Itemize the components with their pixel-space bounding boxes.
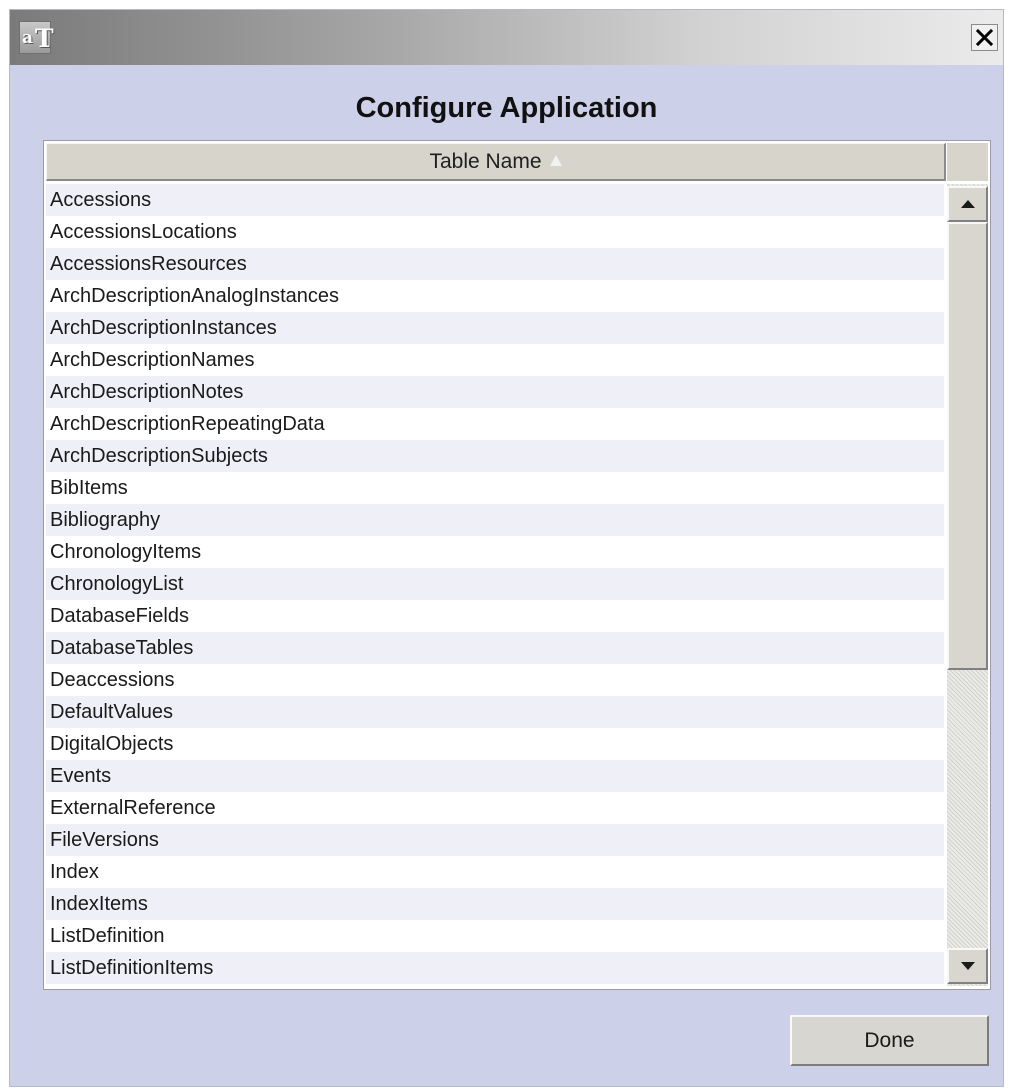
table-row[interactable]: DatabaseFields bbox=[46, 600, 944, 632]
table-row[interactable]: FileVersions bbox=[46, 824, 944, 856]
header-corner bbox=[947, 143, 988, 181]
table-row[interactable]: ArchDescriptionNotes bbox=[46, 376, 944, 408]
table-row[interactable]: Accessions bbox=[46, 184, 944, 216]
table-row[interactable]: BibItems bbox=[46, 472, 944, 504]
table-row[interactable]: IndexItems bbox=[46, 888, 944, 920]
table-row[interactable]: ArchDescriptionNames bbox=[46, 344, 944, 376]
table-row[interactable]: Events bbox=[46, 760, 944, 792]
scroll-thumb[interactable] bbox=[947, 222, 988, 670]
table-row[interactable]: AccessionsLocations bbox=[46, 216, 944, 248]
table-row[interactable]: DatabaseTables bbox=[46, 632, 944, 664]
table-list: Table Name Accessions AccessionsLocations… bbox=[43, 140, 991, 990]
table-row[interactable]: ExternalReference bbox=[46, 792, 944, 824]
configure-application-window: aT Configure Application Table Name Acce… bbox=[9, 9, 1004, 1087]
table-row[interactable]: ArchDescriptionAnalogInstances bbox=[46, 280, 944, 312]
table-row[interactable]: ArchDescriptionInstances bbox=[46, 312, 944, 344]
app-logo: aT bbox=[19, 21, 54, 54]
table-row[interactable]: Bibliography bbox=[46, 504, 944, 536]
column-header-table-name[interactable]: Table Name bbox=[46, 143, 946, 181]
table-row[interactable]: Deaccessions bbox=[46, 664, 944, 696]
table-row[interactable]: DefaultValues bbox=[46, 696, 944, 728]
table-row[interactable]: Index bbox=[46, 856, 944, 888]
scroll-down-button[interactable] bbox=[947, 948, 988, 984]
vertical-scrollbar[interactable] bbox=[947, 184, 988, 986]
dialog-title: Configure Application bbox=[355, 92, 658, 124]
table-row[interactable]: ArchDescriptionSubjects bbox=[46, 440, 944, 472]
done-button[interactable]: Done bbox=[790, 1015, 989, 1066]
arrow-down-icon bbox=[960, 962, 975, 970]
table-row[interactable]: ArchDescriptionRepeatingData bbox=[46, 408, 944, 440]
close-icon bbox=[975, 28, 994, 47]
table-row[interactable]: ChronologyList bbox=[46, 568, 944, 600]
table-row[interactable]: AccessionsResources bbox=[46, 248, 944, 280]
scroll-up-button[interactable] bbox=[947, 186, 988, 222]
close-button[interactable] bbox=[971, 24, 998, 51]
arrow-up-icon bbox=[960, 200, 975, 208]
table-rows: Accessions AccessionsLocations AccessionsR… bbox=[46, 184, 944, 986]
table-row[interactable]: ListDefinition bbox=[46, 920, 944, 952]
table-row[interactable]: ChronologyItems bbox=[46, 536, 944, 568]
column-header-label: Table Name bbox=[429, 149, 542, 173]
sort-ascending-icon bbox=[549, 155, 562, 166]
table-row[interactable]: ListDefinitionItems bbox=[46, 952, 944, 984]
title-bar[interactable]: aT bbox=[10, 10, 1003, 65]
table-row[interactable]: DigitalObjects bbox=[46, 728, 944, 760]
